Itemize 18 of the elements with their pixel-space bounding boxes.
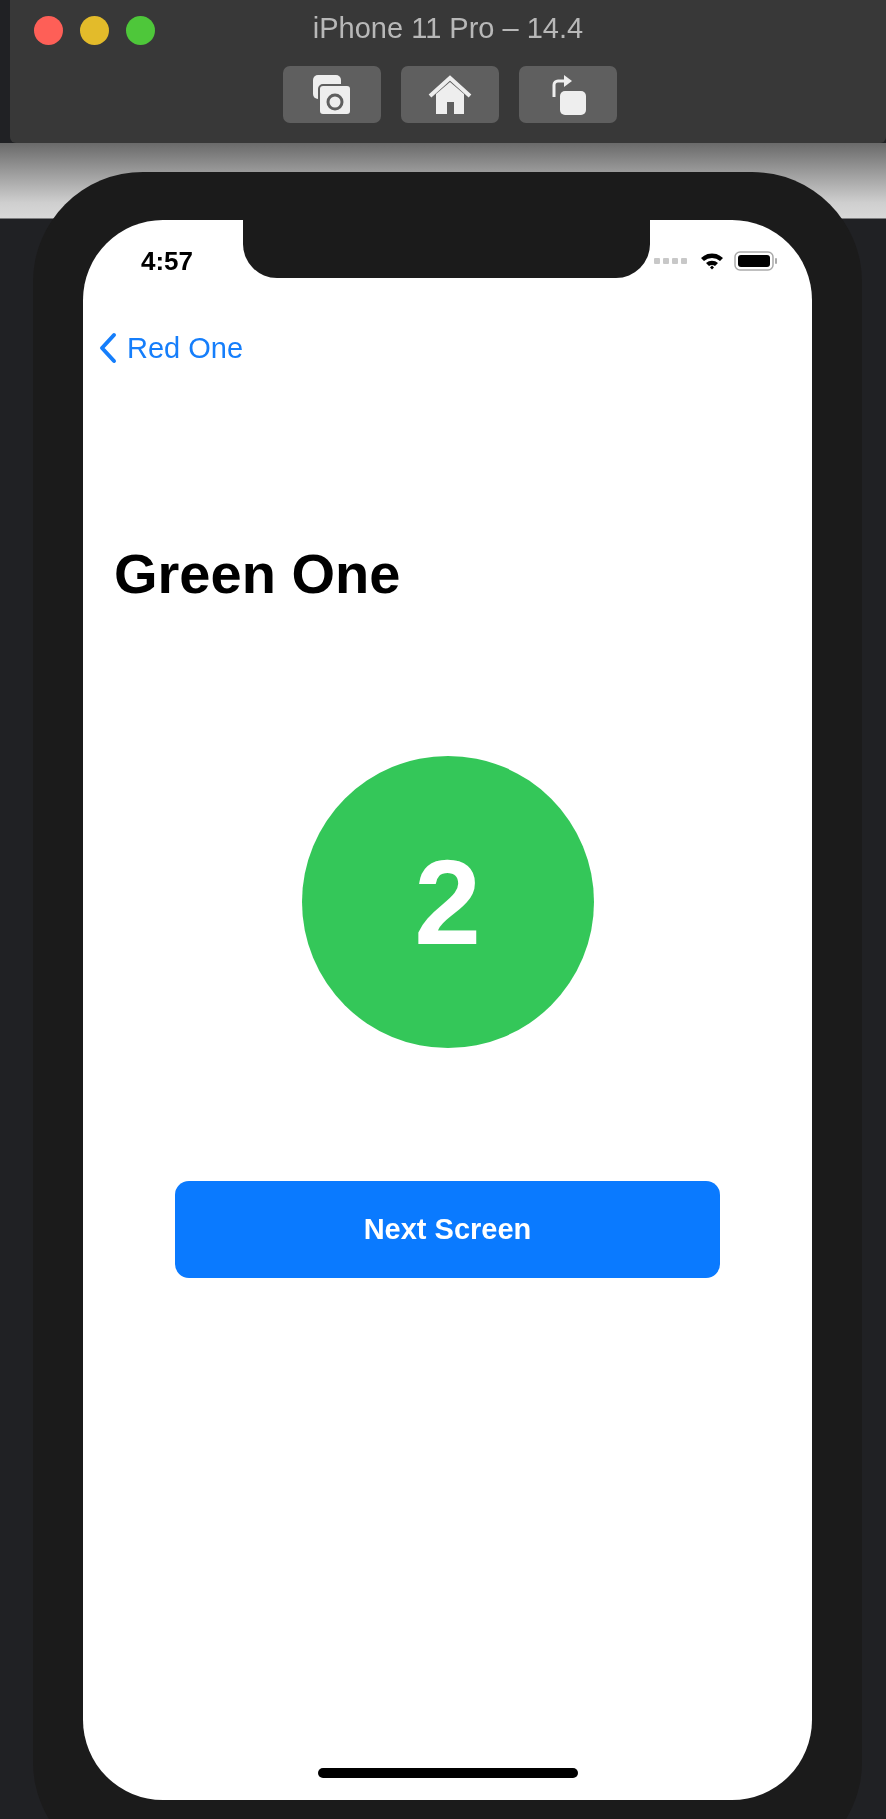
home-icon xyxy=(427,73,473,116)
window-control-icon[interactable] xyxy=(80,16,109,45)
chevron-left-icon xyxy=(99,332,117,364)
camera-icon xyxy=(311,72,353,117)
circle-number: 2 xyxy=(414,842,481,962)
wifi-icon xyxy=(700,252,724,270)
battery-icon xyxy=(734,251,778,271)
status-time: 4:57 xyxy=(141,244,194,278)
signal-icon xyxy=(654,257,690,265)
window-title: iPhone 11 Pro – 14.4 xyxy=(312,11,584,46)
home-button[interactable] xyxy=(401,66,499,123)
screenshot-button[interactable] xyxy=(283,66,381,123)
back-button[interactable]: Red One xyxy=(99,330,244,366)
window-control-icon[interactable] xyxy=(34,16,63,45)
window-control-icon[interactable] xyxy=(126,16,155,45)
next-screen-button[interactable]: Next Screen xyxy=(175,1181,720,1278)
rotate-button[interactable] xyxy=(519,66,617,123)
page-title: Green One xyxy=(114,542,402,606)
